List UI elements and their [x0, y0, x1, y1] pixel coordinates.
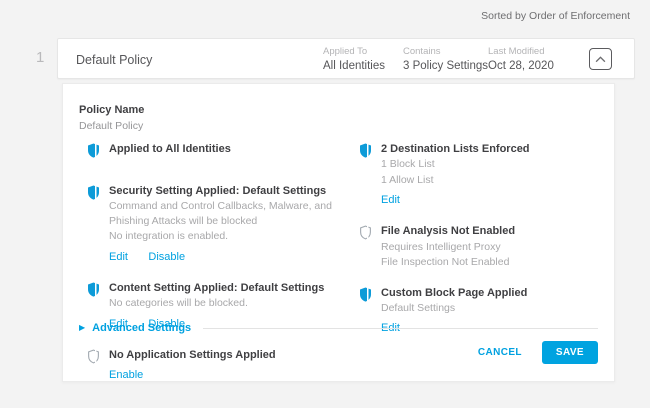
setting-item-file-analysis: File Analysis Not Enabled Requires Intel…: [359, 224, 599, 269]
policy-order-number: 1: [36, 49, 44, 66]
chevron-up-icon: [595, 56, 606, 63]
last-modified-label: Last Modified: [488, 46, 588, 57]
settings-column-right: 2 Destination Lists Enforced 1 Block Lis…: [359, 142, 599, 336]
cancel-button[interactable]: CANCEL: [478, 347, 522, 358]
shield-blue-icon: [87, 185, 100, 265]
enable-link[interactable]: Enable: [109, 369, 143, 381]
applied-to-value: All Identities: [323, 60, 403, 72]
policy-name-value: Default Policy: [79, 120, 144, 132]
shield-gray-icon: [87, 349, 100, 383]
setting-description: File Inspection Not Enabled: [381, 255, 515, 269]
policy-list-screen: Sorted by Order of Enforcement 1 Default…: [0, 0, 650, 408]
triangle-right-icon: ▶: [79, 324, 85, 332]
setting-description: No categories will be blocked.: [109, 296, 324, 310]
collapse-policy-button[interactable]: [589, 48, 612, 70]
setting-title: Custom Block Page Applied: [381, 286, 527, 300]
advanced-settings-label: Advanced Settings: [92, 322, 191, 334]
header-col-contains: Contains 3 Policy Settings: [403, 46, 488, 72]
policy-title: Default Policy: [76, 53, 152, 67]
settings-column-left: Applied to All Identities Security Setti…: [87, 142, 345, 383]
header-col-applied-to: Applied To All Identities: [323, 46, 403, 72]
last-modified-value: Oct 28, 2020: [488, 60, 588, 72]
save-button[interactable]: SAVE: [542, 341, 598, 364]
shield-blue-icon: [359, 143, 372, 208]
edit-link[interactable]: Edit: [109, 251, 128, 263]
policy-name-label: Policy Name: [79, 104, 144, 116]
setting-title: No Application Settings Applied: [109, 348, 276, 362]
contains-value: 3 Policy Settings: [403, 60, 488, 72]
setting-title: Content Setting Applied: Default Setting…: [109, 281, 324, 295]
advanced-settings-toggle[interactable]: ▶ Advanced Settings: [79, 322, 598, 334]
shield-blue-icon: [87, 143, 100, 163]
setting-item-application: No Application Settings Applied Enable: [87, 348, 345, 383]
setting-title: File Analysis Not Enabled: [381, 224, 515, 238]
setting-description: 1 Allow List: [381, 173, 530, 187]
setting-item-security: Security Setting Applied: Default Settin…: [87, 184, 345, 265]
setting-item-identities: Applied to All Identities: [87, 142, 345, 163]
setting-description: 1 Block List: [381, 157, 530, 171]
policy-detail-panel: Policy Name Default Policy Applied to Al…: [62, 83, 615, 382]
setting-title: Security Setting Applied: Default Settin…: [109, 184, 345, 198]
setting-description: Command and Control Callbacks, Malware, …: [109, 199, 345, 228]
policy-header-row[interactable]: Default Policy Applied To All Identities…: [57, 38, 635, 79]
setting-description: Requires Intelligent Proxy: [381, 240, 515, 254]
setting-description: Default Settings: [381, 301, 527, 315]
setting-item-destination-lists: 2 Destination Lists Enforced 1 Block Lis…: [359, 142, 599, 208]
edit-link[interactable]: Edit: [381, 194, 400, 206]
disable-link[interactable]: Disable: [148, 251, 185, 263]
policy-name-block: Policy Name Default Policy: [79, 104, 144, 132]
applied-to-label: Applied To: [323, 46, 403, 57]
panel-footer: CANCEL SAVE: [478, 341, 598, 364]
setting-title: 2 Destination Lists Enforced: [381, 142, 530, 156]
header-col-last-modified: Last Modified Oct 28, 2020: [488, 46, 588, 72]
divider-line: [203, 328, 598, 329]
setting-title: Applied to All Identities: [109, 142, 231, 156]
setting-description: No integration is enabled.: [109, 229, 345, 243]
contains-label: Contains: [403, 46, 488, 57]
sorted-by-label: Sorted by Order of Enforcement: [481, 10, 630, 22]
shield-gray-icon: [359, 225, 372, 269]
